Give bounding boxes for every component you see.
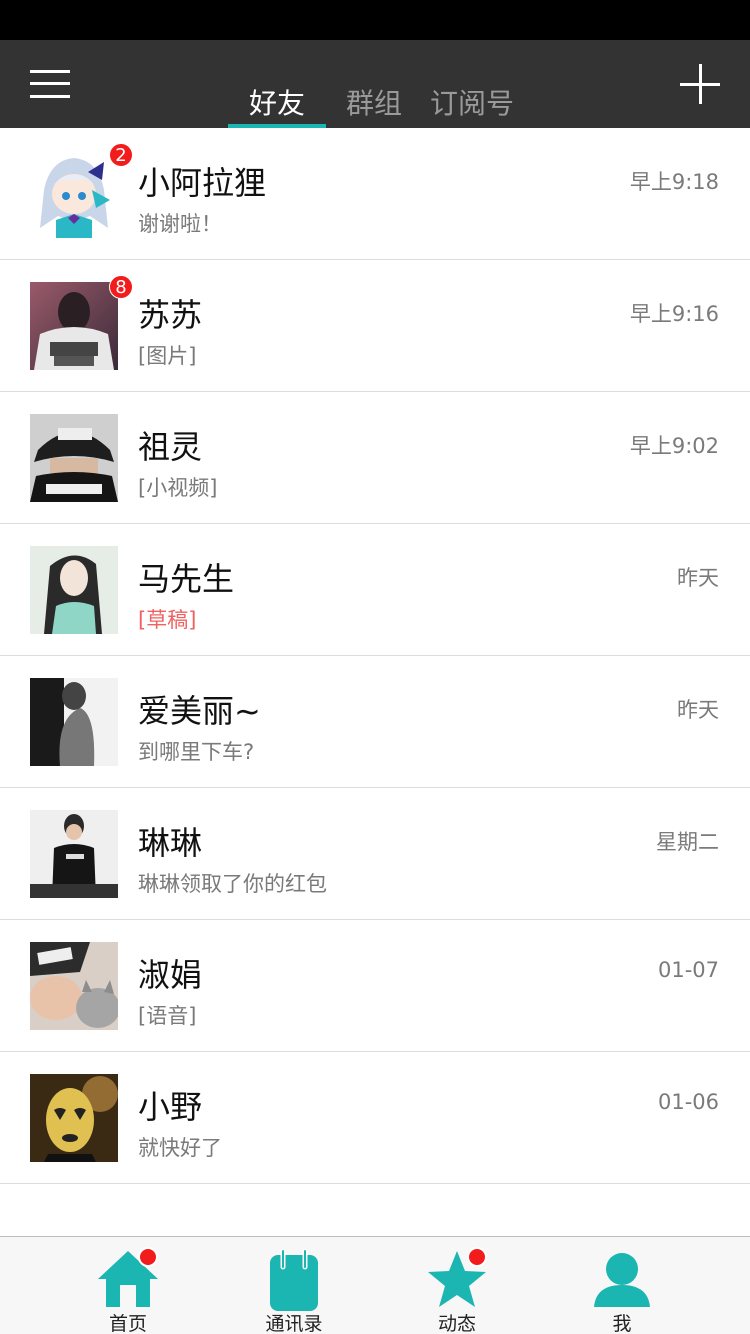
conversation-row[interactable]: 爱美丽~ 到哪里下车? 昨天	[0, 656, 750, 788]
message-preview: 就快好了	[138, 1136, 222, 1160]
message-time: 早上9:02	[629, 434, 719, 458]
tab-subscriptions-label: 订阅号	[429, 87, 514, 120]
tab-friends-label: 好友	[248, 87, 305, 120]
long-hair-girl-avatar[interactable]	[30, 546, 118, 634]
bw-portrait-avatar[interactable]	[30, 678, 118, 766]
standing-man-avatar[interactable]	[30, 810, 118, 898]
message-time: 01-07	[657, 958, 719, 982]
conversation-row[interactable]: 2 小阿拉狸 谢谢啦！ 早上9:18	[0, 128, 750, 260]
nav-me[interactable]: 我	[562, 1237, 682, 1334]
contact-name: 爱美丽~	[138, 692, 261, 730]
notification-dot	[138, 1247, 158, 1267]
status-bar	[0, 0, 750, 40]
conversation-row[interactable]: 琳琳 琳琳领取了你的红包 星期二	[0, 788, 750, 920]
message-preview: [小视频]	[138, 476, 218, 500]
contact-name: 小阿拉狸	[138, 164, 267, 202]
notification-dot	[467, 1247, 487, 1267]
message-time: 昨天	[677, 698, 719, 722]
nav-contacts-label: 通讯录	[265, 1313, 323, 1334]
nav-me-label: 我	[612, 1313, 632, 1334]
bottom-nav: 首页 通讯录 动态 我	[0, 1236, 750, 1334]
contact-name: 琳琳	[138, 824, 203, 862]
tab-groups[interactable]: 群组	[326, 82, 422, 128]
contact-name: 祖灵	[138, 428, 203, 466]
contacts-icon	[270, 1249, 318, 1311]
tab-subscriptions[interactable]: 订阅号	[422, 82, 522, 128]
message-time: 早上9:16	[629, 302, 719, 326]
mlgb-shirt-avatar[interactable]	[30, 282, 118, 370]
tab-bar: 好友 群组 订阅号	[228, 82, 522, 128]
contact-name: 苏苏	[138, 296, 203, 334]
conversation-row[interactable]: 小野 就快好了 01-06	[0, 1052, 750, 1184]
top-header: 好友 群组 订阅号	[0, 40, 750, 128]
conversation-row[interactable]: 淑娟 [语音] 01-07	[0, 920, 750, 1052]
unread-badge: 2	[109, 143, 133, 167]
nav-home-label: 首页	[108, 1313, 147, 1334]
dope-cap-avatar[interactable]	[30, 414, 118, 502]
noface-mask-avatar[interactable]	[30, 1074, 118, 1162]
tab-groups-label: 群组	[345, 87, 402, 120]
nav-moments[interactable]: 动态	[397, 1237, 517, 1334]
message-time: 星期二	[656, 830, 719, 854]
contact-name: 小野	[138, 1088, 203, 1126]
message-preview: 琳琳领取了你的红包	[138, 872, 327, 896]
conversation-row[interactable]: 祖灵 [小视频] 早上9:02	[0, 392, 750, 524]
cap-and-cat-avatar[interactable]	[30, 942, 118, 1030]
person-icon	[594, 1253, 650, 1307]
conversation-row[interactable]: 马先生 [草稿] 昨天	[0, 524, 750, 656]
message-time: 01-06	[657, 1090, 719, 1114]
nav-moments-label: 动态	[437, 1313, 476, 1334]
message-time: 早上9:18	[629, 170, 719, 194]
message-preview: 到哪里下车?	[138, 740, 255, 764]
nav-home[interactable]: 首页	[68, 1237, 188, 1334]
anime-girl-avatar[interactable]	[30, 150, 118, 238]
message-time: 昨天	[677, 566, 719, 590]
conversation-list: 2 小阿拉狸 谢谢啦！ 早上9:18 8 苏苏 [图片] 早上9:16 祖灵 […	[0, 128, 750, 1184]
message-preview: [草稿]	[138, 608, 197, 632]
message-preview: [语音]	[138, 1004, 197, 1028]
message-preview: [图片]	[138, 344, 197, 368]
menu-icon[interactable]	[30, 70, 70, 98]
contact-name: 淑娟	[138, 956, 203, 994]
unread-badge: 8	[109, 275, 133, 299]
message-preview: 谢谢啦！	[138, 212, 222, 236]
conversation-row[interactable]: 8 苏苏 [图片] 早上9:16	[0, 260, 750, 392]
nav-contacts[interactable]: 通讯录	[234, 1237, 354, 1334]
contact-name: 马先生	[138, 560, 235, 598]
plus-icon[interactable]	[680, 64, 720, 104]
tab-friends[interactable]: 好友	[228, 82, 326, 128]
